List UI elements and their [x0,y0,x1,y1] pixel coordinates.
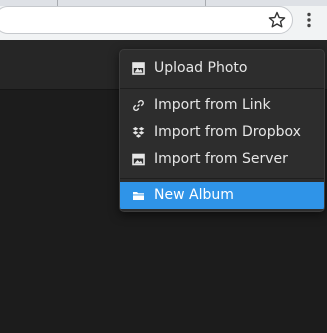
photo-icon [132,62,145,75]
menu-separator [120,88,324,89]
menu-item-upload-photo[interactable]: Upload Photo [120,55,324,82]
vertical-dots-icon[interactable] [299,10,319,30]
menu-item-import-dropbox[interactable]: Import from Dropbox [120,119,324,146]
menu-separator [120,178,324,179]
menu-item-import-link[interactable]: Import from Link [120,92,324,119]
menu-item-label: Import from Server [154,151,288,167]
browser-toolbar [0,0,327,41]
menu-item-label: Import from Link [154,97,271,113]
server-image-icon [132,153,145,166]
menu-item-new-album[interactable]: New Album [120,182,324,209]
menu-item-import-server[interactable]: Import from Server [120,146,324,173]
link-icon [133,100,144,111]
address-bar[interactable] [0,6,293,34]
menu-item-label: New Album [154,187,234,203]
menu-item-label: Import from Dropbox [154,124,301,140]
upload-dropdown-menu: Upload Photo Import from Link Import fro… [119,49,325,212]
menu-item-label: Upload Photo [154,60,248,76]
star-icon[interactable] [267,10,287,30]
folder-icon [133,192,144,200]
dropbox-icon [132,127,145,138]
